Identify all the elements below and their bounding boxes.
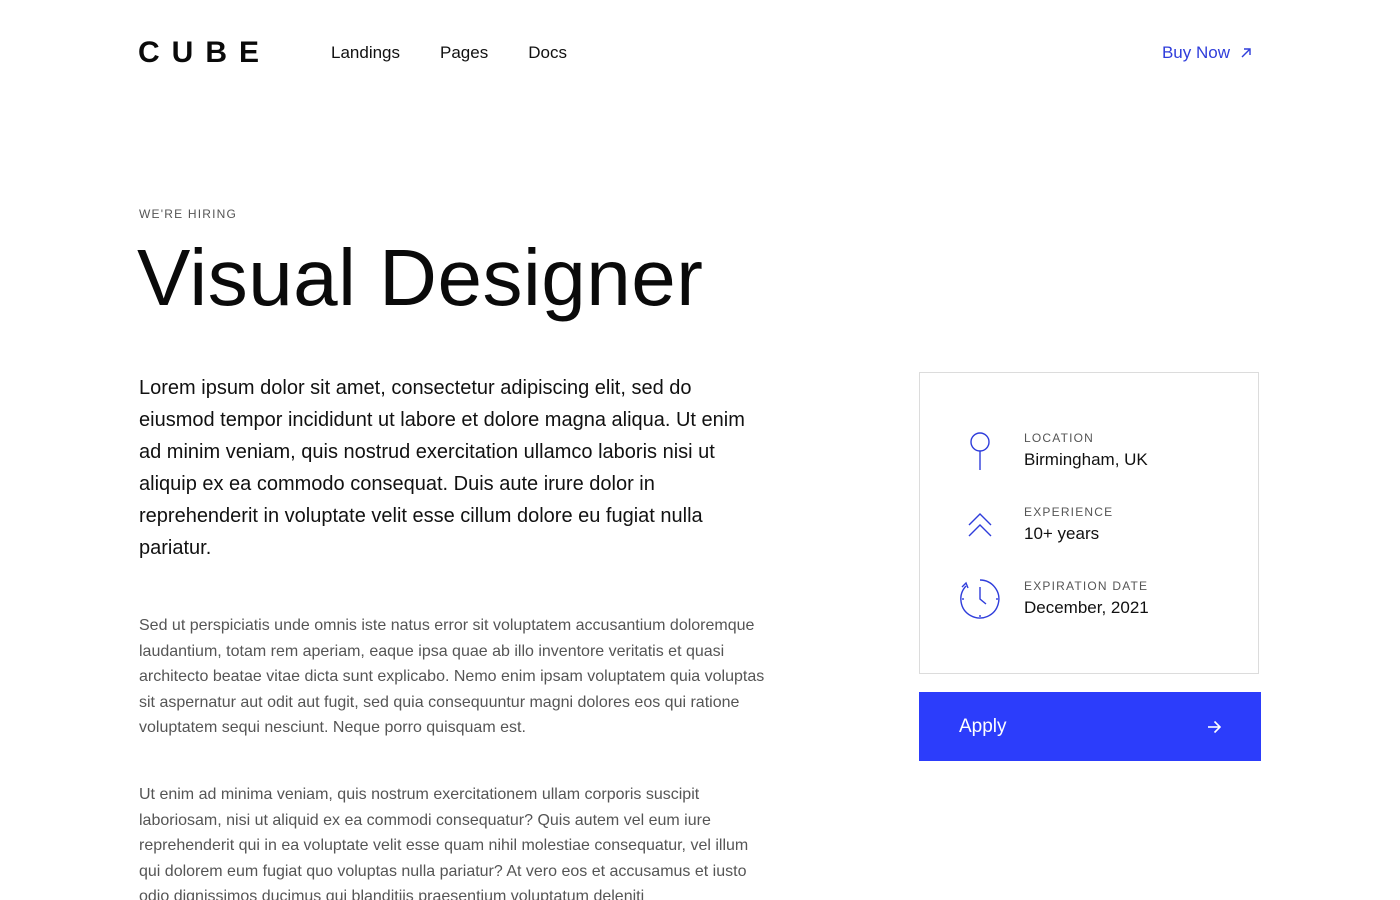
logo[interactable]: CUBE (138, 34, 271, 72)
detail-expiration-text: EXPIRATION DATE December, 2021 (1024, 578, 1149, 620)
detail-expiration: EXPIRATION DATE December, 2021 (958, 577, 1149, 621)
nav-link-landings[interactable]: Landings (331, 42, 400, 64)
arrow-right-icon (1207, 720, 1221, 734)
clock-icon (958, 577, 1002, 621)
eyebrow-label: WE'RE HIRING (139, 207, 238, 221)
detail-label: LOCATION (1024, 431, 1095, 445)
detail-location-text: LOCATION Birmingham, UK (1024, 430, 1148, 472)
detail-label: EXPIRATION DATE (1024, 579, 1149, 593)
location-pin-icon (958, 429, 1002, 473)
lead-paragraph: Lorem ipsum dolor sit amet, consectetur … (139, 377, 745, 559)
buy-now-link[interactable]: Buy Now (1162, 42, 1252, 64)
detail-value: 10+ years (1024, 524, 1100, 543)
page-title: Visual Designer (137, 233, 704, 322)
body-paragraph-2: Ut enim ad minima veniam, quis nostrum e… (139, 786, 749, 900)
detail-experience: EXPERIENCE 10+ years (958, 503, 1113, 547)
apply-button-label: Apply (959, 715, 1007, 737)
site-header: CUBE Landings Pages Docs Buy Now (0, 0, 1400, 106)
detail-location: LOCATION Birmingham, UK (958, 429, 1148, 473)
double-chevron-up-icon (958, 503, 1002, 547)
main-nav: Landings Pages Docs (331, 42, 567, 64)
apply-button[interactable]: Apply (919, 692, 1261, 761)
arrow-up-right-icon (1240, 47, 1252, 59)
detail-label: EXPERIENCE (1024, 505, 1114, 519)
nav-link-docs[interactable]: Docs (528, 42, 567, 64)
job-page: CUBE Landings Pages Docs Buy Now WE'RE H… (0, 0, 1400, 900)
buy-now-label: Buy Now (1161, 43, 1230, 62)
detail-experience-text: EXPERIENCE 10+ years (1024, 504, 1113, 546)
detail-value: Birmingham, UK (1024, 450, 1148, 469)
nav-link-pages[interactable]: Pages (440, 42, 488, 64)
job-details-card: LOCATION Birmingham, UK EXPERIENCE 10+ y… (919, 372, 1259, 674)
body-paragraph-1: Sed ut perspiciatis unde omnis iste natu… (139, 617, 765, 737)
detail-value: December, 2021 (1024, 598, 1149, 617)
